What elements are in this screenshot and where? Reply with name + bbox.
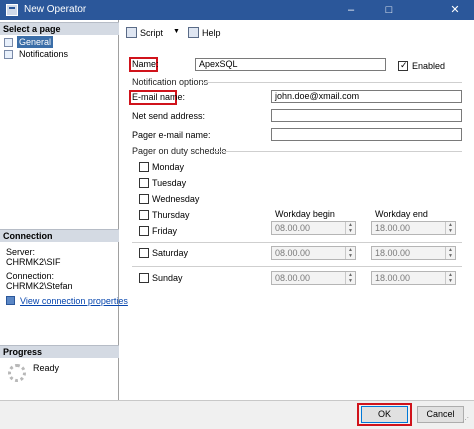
wednesday-label: Wednesday xyxy=(152,194,200,204)
saturday-divider xyxy=(132,242,462,243)
tuesday-checkbox[interactable] xyxy=(139,178,149,188)
page-icon xyxy=(4,50,13,59)
progress-spinner-icon xyxy=(8,364,26,382)
saturday-end-value: 18.00.00 xyxy=(375,248,411,258)
close-button[interactable]: ✕ xyxy=(438,0,472,20)
friday-end-value: 18.00.00 xyxy=(375,223,411,233)
script-dropdown-arrow-icon[interactable]: ▼ xyxy=(173,28,180,35)
connection-value: CHRMK2\Stefan xyxy=(6,281,73,291)
friday-begin-time[interactable]: 08.00.00 ▲ ▼ xyxy=(271,221,356,235)
time-spinner-icon[interactable]: ▲ ▼ xyxy=(345,222,355,234)
page-item-label: Notifications xyxy=(19,49,69,59)
server-label: Server: xyxy=(6,247,36,257)
ok-button[interactable]: OK xyxy=(361,406,408,423)
sunday-label: Sunday xyxy=(152,273,183,283)
workday-end-label: Workday end xyxy=(375,209,428,219)
minimize-button[interactable]: ‒ xyxy=(334,0,368,20)
enabled-label: Enabled xyxy=(412,61,446,71)
tuesday-label: Tuesday xyxy=(152,178,187,188)
page-item-general[interactable]: General xyxy=(3,36,113,48)
left-panel: Select a page General Notifications Conn… xyxy=(0,20,128,400)
time-spinner-icon[interactable]: ▲ ▼ xyxy=(345,247,355,259)
help-button[interactable]: Help xyxy=(188,26,221,40)
time-spinner-icon[interactable]: ▲ ▼ xyxy=(445,247,455,259)
friday-label: Friday xyxy=(152,226,178,236)
sunday-end-time[interactable]: 18.00.00 ▲ ▼ xyxy=(371,271,456,285)
net-send-label: Net send address: xyxy=(132,111,206,121)
workday-begin-label: Workday begin xyxy=(275,209,335,219)
sunday-begin-value: 08.00.00 xyxy=(275,273,311,283)
email-input[interactable]: john.doe@xmail.com xyxy=(271,90,462,103)
page-item-label: General xyxy=(17,36,54,48)
pager-email-label: Pager e-mail name: xyxy=(132,130,211,140)
properties-icon xyxy=(6,296,15,305)
saturday-label: Saturday xyxy=(152,248,189,258)
help-label: Help xyxy=(202,28,221,38)
saturday-end-time[interactable]: 18.00.00 ▲ ▼ xyxy=(371,246,456,260)
time-spinner-icon[interactable]: ▲ ▼ xyxy=(445,222,455,234)
app-icon xyxy=(6,4,18,16)
saturday-begin-time[interactable]: 08.00.00 ▲ ▼ xyxy=(271,246,356,260)
sunday-checkbox[interactable] xyxy=(139,273,149,283)
thursday-label: Thursday xyxy=(152,210,190,220)
view-connection-properties-label: View connection properties xyxy=(20,296,128,306)
pager-email-input[interactable] xyxy=(271,128,462,141)
sunday-end-value: 18.00.00 xyxy=(375,273,411,283)
sunday-divider xyxy=(132,266,462,267)
saturday-checkbox[interactable] xyxy=(139,248,149,258)
thursday-checkbox[interactable] xyxy=(139,210,149,220)
view-connection-properties-link[interactable]: View connection properties xyxy=(6,296,128,306)
saturday-begin-value: 08.00.00 xyxy=(275,248,311,258)
pager-schedule-divider xyxy=(212,151,462,152)
enabled-checkbox[interactable] xyxy=(398,60,408,72)
select-page-header: Select a page xyxy=(0,22,119,35)
notification-options-divider xyxy=(202,82,462,83)
script-label: Script xyxy=(140,28,164,38)
monday-checkbox[interactable] xyxy=(139,162,149,172)
net-send-input[interactable] xyxy=(271,109,462,122)
page-icon xyxy=(4,38,13,47)
connection-header: Connection xyxy=(0,229,119,242)
sunday-begin-time[interactable]: 08.00.00 ▲ ▼ xyxy=(271,271,356,285)
wednesday-checkbox[interactable] xyxy=(139,194,149,204)
name-input[interactable]: ApexSQL xyxy=(195,58,386,71)
progress-status: Ready xyxy=(33,363,60,373)
time-spinner-icon[interactable]: ▲ ▼ xyxy=(445,272,455,284)
title-bar: New Operator ‒ □ ✕ xyxy=(0,0,474,20)
page-item-notifications[interactable]: Notifications xyxy=(3,48,113,60)
server-value: CHRMK2\SIF xyxy=(6,257,61,267)
progress-header: Progress xyxy=(0,345,119,358)
name-label: Name: xyxy=(132,59,159,69)
script-icon xyxy=(126,27,137,38)
friday-checkbox[interactable] xyxy=(139,226,149,236)
time-spinner-icon[interactable]: ▲ ▼ xyxy=(345,272,355,284)
maximize-button[interactable]: □ xyxy=(372,0,406,20)
cancel-button[interactable]: Cancel xyxy=(417,406,464,423)
resize-grip-icon[interactable]: ⋰ xyxy=(462,416,472,426)
email-label: E-mail name: xyxy=(132,92,186,102)
help-icon xyxy=(188,27,199,38)
monday-label: Monday xyxy=(152,162,185,172)
connection-label: Connection: xyxy=(6,271,55,281)
notification-options-label: Notification options xyxy=(132,77,209,87)
script-button[interactable]: Script xyxy=(126,26,163,40)
toolbar: Script ▼ Help xyxy=(120,22,474,42)
friday-end-time[interactable]: 18.00.00 ▲ ▼ xyxy=(371,221,456,235)
window-title: New Operator xyxy=(24,4,87,15)
friday-begin-value: 08.00.00 xyxy=(275,223,311,233)
